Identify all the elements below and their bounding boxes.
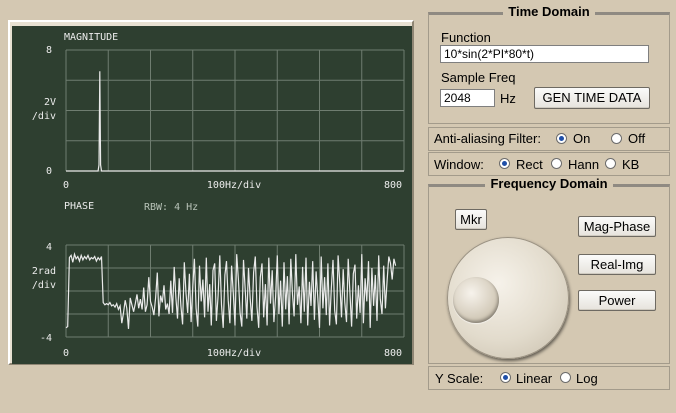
power-button[interactable]: Power (578, 290, 656, 311)
real-img-button[interactable]: Real-Img (578, 254, 656, 275)
function-input[interactable]: 10*sin(2*PI*80*t) (440, 45, 649, 63)
phase-rbw: RBW: 4 Hz (144, 202, 198, 213)
time-domain-title: Time Domain (503, 4, 595, 19)
magnitude-y-div-value: 2V (44, 97, 56, 108)
anti-aliasing-off-radio[interactable] (611, 133, 622, 144)
y-scale-log-label[interactable]: Log (576, 371, 598, 386)
magnitude-x-right: 800 (384, 180, 402, 191)
window-label: Window: (434, 157, 484, 172)
spectrum-plots-svg: MAGNITUDE 8 2V /div 0 0 100Hz/div 800 PH… (32, 32, 405, 359)
window-kb-label[interactable]: KB (622, 157, 639, 172)
magnitude-title: MAGNITUDE (64, 32, 118, 43)
phase-trace (65, 251, 397, 329)
phase-y-div-unit: /div (32, 280, 56, 291)
phase-x-left: 0 (63, 348, 69, 359)
phase-y-div-value: 2rad (32, 266, 56, 277)
sample-freq-unit: Hz (500, 91, 516, 106)
marker-button[interactable]: Mkr (455, 209, 487, 230)
magnitude-y-bottom: 0 (46, 166, 52, 177)
marker-knob[interactable] (447, 237, 569, 359)
window-kb-radio[interactable] (605, 158, 616, 169)
magnitude-x-scale: 100Hz/div (207, 180, 261, 191)
y-scale-log-radio[interactable] (560, 372, 571, 383)
window-hann-label[interactable]: Hann (568, 157, 599, 172)
knob-grip[interactable] (453, 277, 499, 323)
sample-freq-label: Sample Freq (441, 70, 516, 85)
y-scale-linear-label[interactable]: Linear (516, 371, 552, 386)
phase-x-right: 800 (384, 348, 402, 359)
anti-aliasing-off-label[interactable]: Off (628, 131, 645, 146)
gen-time-data-button[interactable]: GEN TIME DATA (534, 87, 650, 109)
magnitude-x-left: 0 (63, 180, 69, 191)
frequency-domain-title: Frequency Domain (485, 176, 613, 191)
anti-aliasing-on-radio[interactable] (556, 133, 567, 144)
spectrum-display: MAGNITUDE 8 2V /div 0 0 100Hz/div 800 PH… (12, 26, 412, 364)
window-rect-label[interactable]: Rect (516, 157, 543, 172)
phase-y-bottom: -4 (40, 333, 52, 344)
magnitude-y-top: 8 (46, 45, 52, 56)
y-scale-label: Y Scale: (435, 371, 484, 386)
window-hann-radio[interactable] (551, 158, 562, 169)
function-label: Function (441, 30, 491, 45)
magnitude-grid (65, 49, 405, 172)
mag-phase-button[interactable]: Mag-Phase (578, 216, 656, 237)
anti-aliasing-label: Anti-aliasing Filter: (434, 131, 541, 146)
phase-y-top: 4 (46, 242, 52, 253)
phase-plot-area (65, 251, 397, 329)
sample-freq-input[interactable]: 2048 (440, 89, 495, 107)
y-scale-linear-radio[interactable] (500, 372, 511, 383)
magnitude-y-div-unit: /div (32, 111, 56, 122)
phase-title: PHASE (64, 201, 94, 212)
anti-aliasing-on-label[interactable]: On (573, 131, 590, 146)
phase-x-scale: 100Hz/div (207, 348, 261, 359)
window-rect-radio[interactable] (499, 158, 510, 169)
